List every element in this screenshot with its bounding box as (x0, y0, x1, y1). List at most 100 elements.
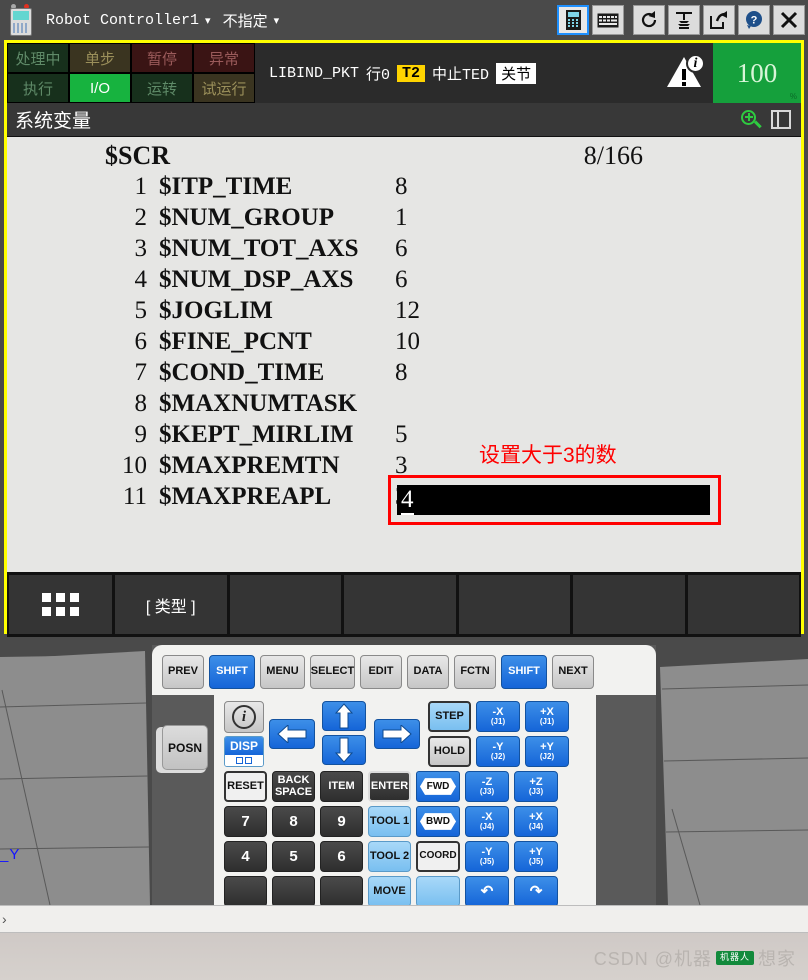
row-value[interactable]: 10 (395, 328, 420, 356)
key-shift-left[interactable]: SHIFT (209, 655, 255, 689)
key-enter[interactable]: ENTER (368, 771, 411, 802)
key-move[interactable]: MOVE (368, 876, 411, 907)
key-jog-minus-x-j4[interactable]: -X (J4) (465, 806, 509, 837)
table-row[interactable]: 2 $NUM_GROUP 1 (7, 204, 801, 235)
key-jog-plus-z-j3[interactable]: +Z (J3) (514, 771, 558, 802)
popout-button[interactable] (703, 5, 735, 35)
row-value[interactable]: 8 (395, 173, 408, 201)
row-value[interactable]: 12 (395, 297, 420, 325)
table-row[interactable]: 4 $NUM_DSP_AXS 6 (7, 266, 801, 297)
key-arrow-left[interactable] (269, 719, 315, 749)
key-next[interactable]: NEXT (552, 655, 594, 689)
row-name: $NUM_GROUP (159, 204, 334, 231)
table-row[interactable]: 9 $KEPT_MIRLIM 5 (7, 421, 801, 452)
split-view-icon[interactable] (771, 110, 791, 129)
key-jog-plus-x-j1[interactable]: +X (J1) (525, 701, 569, 732)
key-edit[interactable]: EDIT (360, 655, 402, 689)
led-turn[interactable]: 运转 (131, 73, 193, 103)
key-shift-right[interactable]: SHIFT (501, 655, 547, 689)
key-menu[interactable]: MENU (260, 655, 305, 689)
key-9[interactable]: 9 (320, 806, 363, 837)
key-disp[interactable]: DISP (224, 736, 264, 767)
keyboard-view-button[interactable] (592, 5, 624, 35)
fkey-menu-grid[interactable] (9, 575, 112, 634)
fkey-6[interactable] (573, 575, 685, 634)
table-row[interactable]: 3 $NUM_TOT_AXS 6 (7, 235, 801, 266)
key-hold[interactable]: HOLD (428, 736, 471, 767)
key-move-secondary[interactable] (416, 876, 460, 907)
row-value[interactable]: 5 (395, 421, 408, 449)
close-button[interactable] (773, 5, 805, 35)
fkey-7[interactable] (687, 575, 799, 634)
key-2[interactable] (272, 876, 315, 907)
key-jog-plus-x-j4[interactable]: +X (J4) (514, 806, 558, 837)
mode-dropdown-caret[interactable]: ▾ (274, 14, 280, 27)
table-row[interactable]: 7 $COND_TIME 8 (7, 359, 801, 390)
key-bwd[interactable]: BWD (416, 806, 460, 837)
led-step[interactable]: 单步 (69, 43, 131, 73)
key-tool1[interactable]: TOOL 1 (368, 806, 411, 837)
robot-button[interactable] (668, 5, 700, 35)
key-jog-minus-y-j2[interactable]: -Y (J2) (476, 736, 520, 767)
led-fault[interactable]: 异常 (193, 43, 255, 73)
led-hold[interactable]: 暂停 (131, 43, 193, 73)
key-fctn[interactable]: FCTN (454, 655, 496, 689)
key-item[interactable]: ITEM (320, 771, 363, 802)
key-fwd[interactable]: FWD (416, 771, 460, 802)
key-jog-minus-y-j5[interactable]: -Y (J5) (465, 841, 509, 872)
row-value[interactable]: 6 (395, 266, 408, 294)
key-arrow-up[interactable] (322, 701, 366, 731)
pendant-view-button[interactable] (557, 5, 589, 35)
value-edit-field[interactable]: 4 (397, 485, 710, 515)
key-3[interactable] (320, 876, 363, 907)
key-prev[interactable]: PREV (162, 655, 204, 689)
table-row[interactable]: 6 $FINE_PCNT 10 (7, 328, 801, 359)
keypad-row-2: STEP -X (J1) +X (J1) (428, 701, 569, 732)
row-value[interactable]: 1 (395, 204, 408, 232)
key-jog-minus-x-j1[interactable]: -X (J1) (476, 701, 520, 732)
key-arrow-down[interactable] (322, 735, 366, 765)
key-1[interactable] (224, 876, 267, 907)
key-arrow-right[interactable] (374, 719, 420, 749)
warning-indicator[interactable]: i (655, 43, 713, 103)
key-8[interactable]: 8 (272, 806, 315, 837)
led-running[interactable]: 执行 (7, 73, 69, 103)
key-jog-plus-y-j2[interactable]: +Y (J2) (525, 736, 569, 767)
key-info[interactable]: i (224, 701, 264, 733)
key-jog-minus-rot-j6[interactable]: ↶ (465, 876, 509, 907)
table-row[interactable]: 5 $JOGLIM 12 (7, 297, 801, 328)
key-7[interactable]: 7 (224, 806, 267, 837)
reset-button[interactable] (633, 5, 665, 35)
key-5[interactable]: 5 (272, 841, 315, 872)
fkey-type[interactable]: [ 类型 ] (115, 575, 227, 634)
led-processing[interactable]: 处理中 (7, 43, 69, 73)
controller-dropdown-caret[interactable]: ▾ (205, 14, 211, 27)
key-coord[interactable]: COORD (416, 841, 460, 872)
key-step[interactable]: STEP (428, 701, 471, 732)
row-value[interactable]: 8 (395, 359, 408, 387)
key-6[interactable]: 6 (320, 841, 363, 872)
key-backspace[interactable]: BACK SPACE (272, 771, 315, 802)
table-row[interactable]: 1 $ITP_TIME 8 (7, 173, 801, 204)
key-jog-minus-z-j3[interactable]: -Z (J3) (465, 771, 509, 802)
led-test-run[interactable]: 试运行 (193, 73, 255, 103)
key-reset[interactable]: RESET (224, 771, 267, 802)
help-button[interactable]: ? (738, 5, 770, 35)
led-io[interactable]: I/O (69, 73, 131, 103)
key-jog-plus-y-j5[interactable]: +Y (J5) (514, 841, 558, 872)
key-data[interactable]: DATA (407, 655, 449, 689)
speed-override-indicator[interactable]: 100 % (713, 43, 801, 103)
fkey-4[interactable] (344, 575, 456, 634)
fkey-3[interactable] (229, 575, 341, 634)
row-value[interactable]: 6 (395, 235, 408, 263)
expand-chevron-icon[interactable]: › (2, 911, 7, 927)
fkey-5[interactable] (458, 575, 570, 634)
zoom-in-icon[interactable] (741, 109, 762, 130)
jog-axis: (J2) (539, 752, 555, 762)
key-4[interactable]: 4 (224, 841, 267, 872)
key-jog-plus-rot-j6[interactable]: ↷ (514, 876, 558, 907)
key-posn[interactable]: POSN (162, 725, 208, 770)
table-row-selected[interactable]: 8 $MAXNUMTASK (7, 390, 801, 421)
key-tool2[interactable]: TOOL 2 (368, 841, 411, 872)
key-select[interactable]: SELECT (310, 655, 355, 689)
